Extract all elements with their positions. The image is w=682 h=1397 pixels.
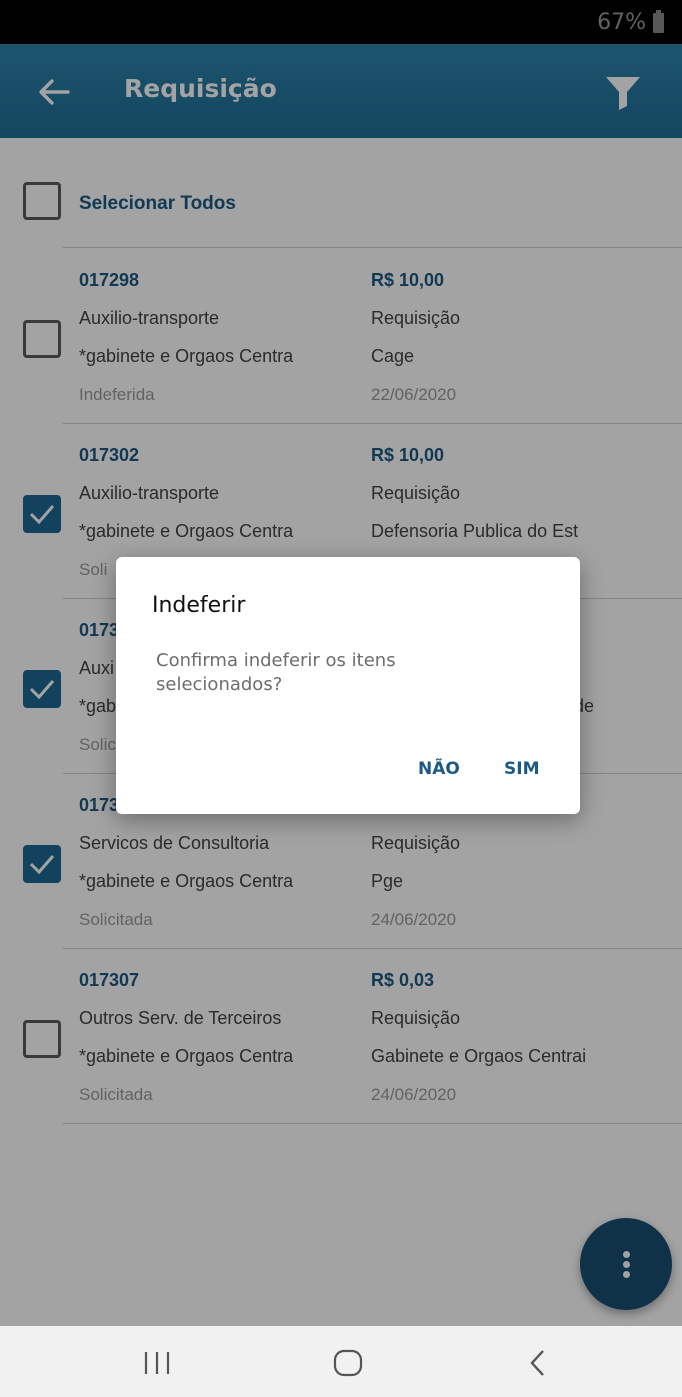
no-button[interactable]: NÃO	[418, 759, 460, 779]
dialog-title: Indeferir	[152, 593, 246, 618]
system-nav-bar	[0, 1326, 682, 1397]
dialog-message: Confirma indeferir os itens selecionados…	[156, 650, 396, 695]
recents-icon[interactable]	[142, 1350, 172, 1381]
home-icon[interactable]	[331, 1348, 365, 1383]
confirm-dialog: Indeferir Confirma indeferir os itens se…	[116, 557, 580, 814]
yes-button[interactable]: SIM	[504, 759, 540, 779]
nav-back-icon[interactable]	[525, 1348, 551, 1383]
